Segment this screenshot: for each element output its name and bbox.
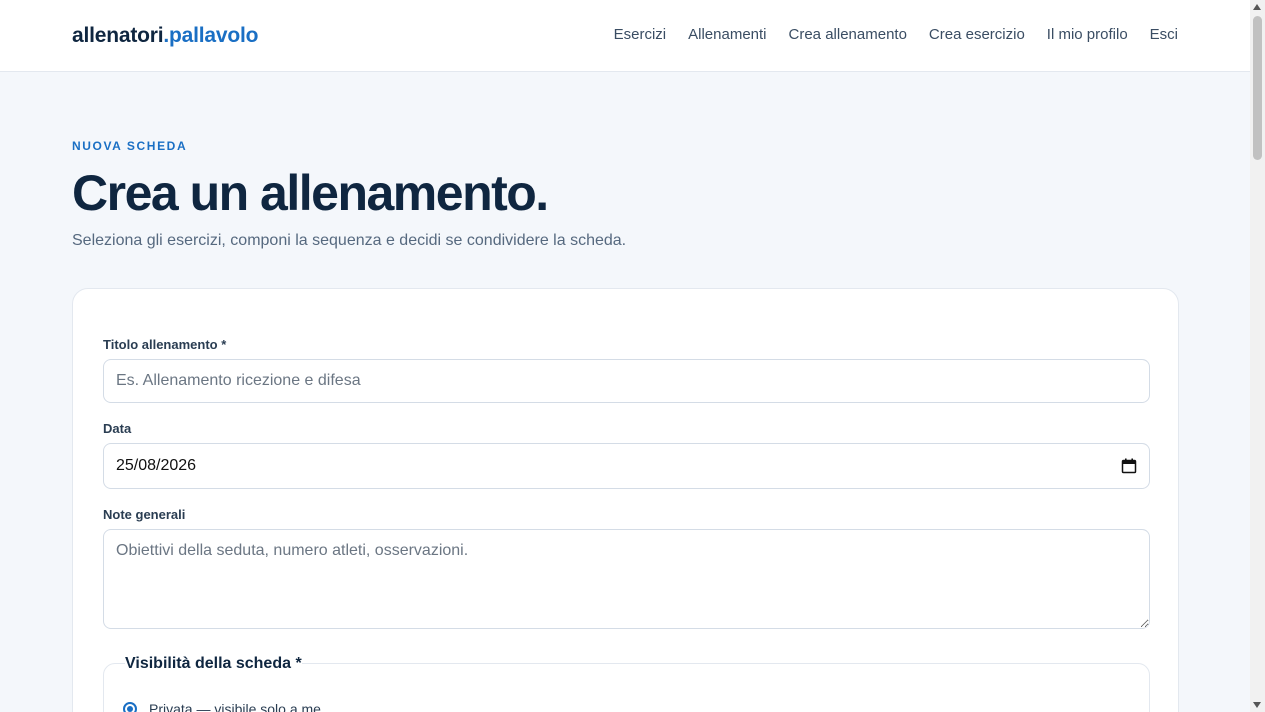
page-eyebrow: NUOVA SCHEDA xyxy=(72,139,188,153)
scroll-down-arrow-icon[interactable] xyxy=(1253,702,1261,708)
nav-crea-esercizio[interactable]: Crea esercizio xyxy=(929,26,1025,43)
scroll-up-arrow-icon[interactable] xyxy=(1253,4,1261,10)
brand-logo[interactable]: allenatori.pallavolo xyxy=(72,24,258,48)
title-field-label: Titolo allenamento * xyxy=(103,337,227,352)
page-subtitle: Seleziona gli esercizi, componi la seque… xyxy=(72,232,627,249)
notes-textarea[interactable] xyxy=(103,529,1150,629)
nav-esci[interactable]: Esci xyxy=(1150,26,1178,43)
date-value: 25/08/2026 xyxy=(116,457,197,474)
calendar-icon[interactable] xyxy=(1121,458,1137,474)
date-input[interactable]: 25/08/2026 xyxy=(103,443,1150,489)
brand-name-accent: .pallavolo xyxy=(163,24,259,47)
title-input[interactable] xyxy=(103,359,1150,403)
nav-il-mio-profilo[interactable]: Il mio profilo xyxy=(1047,26,1128,43)
nav-crea-allenamento[interactable]: Crea allenamento xyxy=(789,26,907,43)
brand-name-main: allenatori xyxy=(72,24,164,47)
nav-esercizi[interactable]: Esercizi xyxy=(614,26,667,43)
visibility-option-private[interactable]: Privata — visibile solo a me xyxy=(123,701,321,712)
visibility-legend: Visibilità della scheda * xyxy=(125,655,302,673)
scroll-thumb[interactable] xyxy=(1253,16,1262,160)
nav-allenamenti[interactable]: Allenamenti xyxy=(688,26,766,43)
radio-selected-icon[interactable] xyxy=(123,702,137,712)
visibility-option-private-label: Privata — visibile solo a me xyxy=(149,701,321,712)
page-title: Crea un allenamento. xyxy=(72,165,549,221)
main-nav: Esercizi Allenamenti Crea allenamento Cr… xyxy=(614,26,1178,43)
workout-form-card: Titolo allenamento * Data 25/08/2026 Not… xyxy=(72,288,1179,712)
date-field-label: Data xyxy=(103,421,132,436)
page-scrollbar[interactable] xyxy=(1250,0,1265,712)
top-navigation-bar: allenatori.pallavolo Esercizi Allenament… xyxy=(0,0,1250,72)
notes-field-label: Note generali xyxy=(103,507,186,522)
